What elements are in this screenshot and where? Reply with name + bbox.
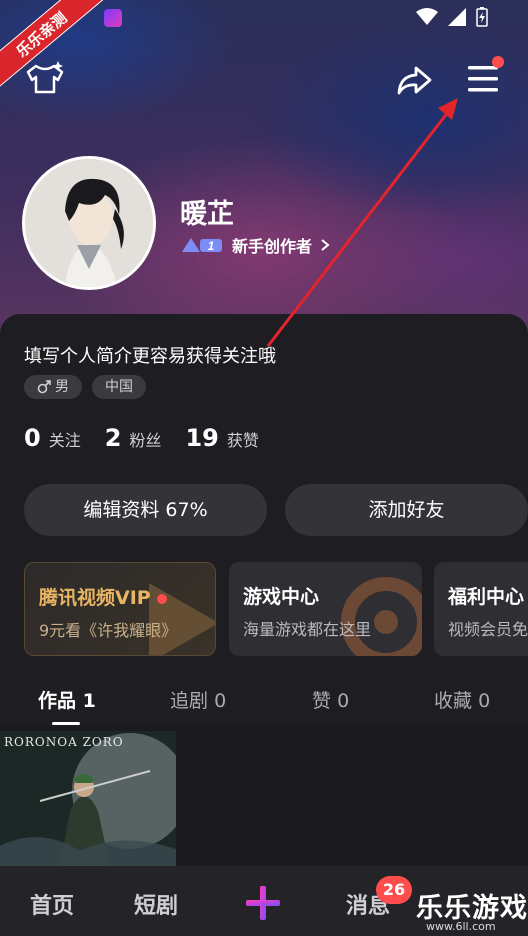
work-title: RORONOA ZORO bbox=[4, 735, 124, 749]
followers-stat[interactable]: 2 粉丝 bbox=[105, 424, 162, 452]
messages-badge: 26 bbox=[376, 876, 412, 904]
content-tabs: 作品 1 追剧 0 赞 0 收藏 0 bbox=[0, 686, 528, 716]
avatar-illustration bbox=[25, 159, 153, 287]
welfare-center-card[interactable]: 福利中心 视频会员免 bbox=[434, 562, 528, 656]
vip-card[interactable]: 腾讯视频VIP 9元看《许我耀眼》 bbox=[24, 562, 216, 656]
gender-tag: 男 bbox=[24, 375, 82, 399]
welfare-card-title: 福利中心 bbox=[448, 586, 525, 608]
signal-icon bbox=[448, 8, 466, 26]
tab-likes[interactable]: 赞 0 bbox=[312, 686, 349, 713]
tab-works[interactable]: 作品 1 bbox=[38, 686, 96, 713]
vip-red-dot bbox=[156, 593, 167, 604]
wifi-icon bbox=[416, 8, 438, 25]
add-friend-button[interactable]: 添加好友 bbox=[285, 484, 528, 536]
outfit-icon[interactable] bbox=[24, 58, 66, 98]
create-plus-icon[interactable] bbox=[244, 884, 282, 922]
username: 暖芷 bbox=[180, 199, 234, 230]
menu-notification-dot bbox=[492, 56, 504, 68]
vip-card-subtitle: 9元看《许我耀眼》 bbox=[39, 621, 178, 640]
game-center-card[interactable]: 游戏中心 海量游戏都在这里 bbox=[229, 562, 422, 656]
game-card-subtitle: 海量游戏都在这里 bbox=[243, 620, 372, 639]
game-center-icon bbox=[341, 577, 422, 656]
watermark-url: www.6ll.com bbox=[426, 920, 496, 933]
profile-tags: 男 中国 bbox=[24, 375, 146, 399]
creator-level[interactable]: 1 新手创作者 bbox=[180, 233, 330, 257]
bio-text[interactable]: 填写个人简介更容易获得关注哦 bbox=[24, 342, 276, 368]
battery-icon bbox=[476, 7, 488, 27]
level-badge: 1 bbox=[180, 236, 224, 254]
likes-stat[interactable]: 19 获赞 bbox=[185, 424, 258, 452]
region-tag: 中国 bbox=[92, 375, 146, 399]
game-card-title: 游戏中心 bbox=[243, 586, 320, 608]
edit-profile-button[interactable]: 编辑资料 67% bbox=[24, 484, 267, 536]
tab-following-dramas[interactable]: 追剧 0 bbox=[170, 686, 226, 713]
level-label: 新手创作者 bbox=[232, 237, 313, 256]
share-icon[interactable] bbox=[394, 60, 434, 100]
work-thumbnail[interactable]: RORONOA ZORO bbox=[0, 731, 176, 866]
nav-home[interactable]: 首页 bbox=[30, 888, 74, 920]
tab-favorites[interactable]: 收藏 0 bbox=[434, 686, 490, 713]
svg-text:1: 1 bbox=[208, 239, 215, 253]
thumbnail-image bbox=[0, 731, 176, 866]
app-notification-icon bbox=[104, 9, 122, 27]
chevron-right-icon bbox=[321, 239, 330, 251]
male-icon bbox=[37, 380, 51, 394]
vip-card-title: 腾讯视频VIP bbox=[39, 587, 151, 609]
active-tab-indicator bbox=[52, 722, 80, 725]
following-stat[interactable]: 0 关注 bbox=[24, 424, 81, 452]
avatar[interactable] bbox=[22, 156, 156, 290]
nav-shorts[interactable]: 短剧 bbox=[134, 888, 178, 920]
welfare-card-subtitle: 视频会员免 bbox=[448, 620, 528, 639]
profile-stats: 0 关注 2 粉丝 19 获赞 bbox=[24, 424, 259, 452]
